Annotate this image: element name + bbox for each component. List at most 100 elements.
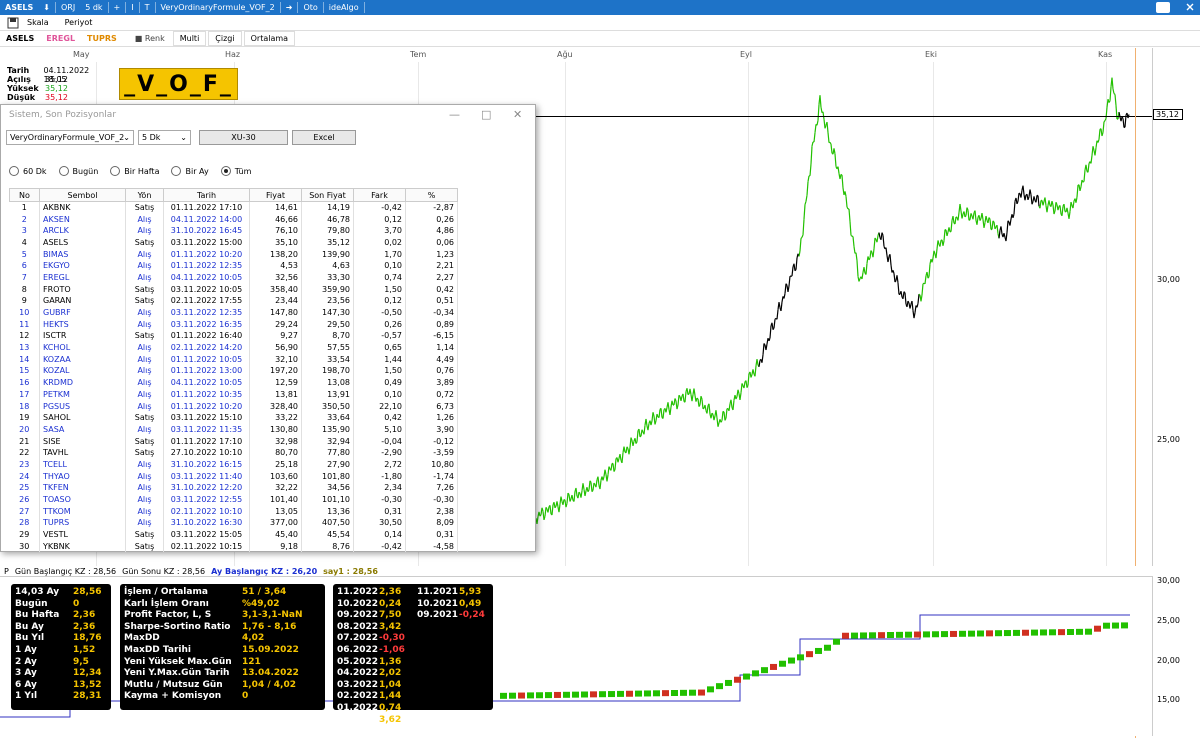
price-segment xyxy=(810,146,813,165)
column-header[interactable]: Fiyat xyxy=(249,188,302,202)
radio-bir-hafta[interactable]: Bir Hafta xyxy=(110,166,159,176)
table-row[interactable]: 25 TKFEN Alış 31.10.2022 12:20 32,22 34,56 2,3… xyxy=(9,482,458,494)
table-row[interactable]: 2 AKSEN Alış 04.11.2022 14:00 46,66 46,78 0,12… xyxy=(9,213,458,225)
radio-60dk[interactable]: 60 Dk xyxy=(9,166,47,176)
price-segment xyxy=(992,220,995,223)
price-segment xyxy=(894,280,897,283)
tab-tuprs[interactable]: TUPRS xyxy=(81,32,123,45)
table-row[interactable]: 19 SAHOL Satış 03.11.2022 15:10 33,22 33,64 0,… xyxy=(9,411,458,424)
cell-pct: 1,14 xyxy=(405,341,458,354)
column-header[interactable]: Fark xyxy=(353,188,406,202)
column-header[interactable]: Sembol xyxy=(39,188,126,202)
radio-label: Bugün xyxy=(72,166,99,176)
table-row[interactable]: 4 ASELS Satış 03.11.2022 15:00 35,10 35,12 0,0… xyxy=(9,236,458,249)
table-row[interactable]: 8 FROTO Satış 03.11.2022 10:05 358,40 359,90 1… xyxy=(9,283,458,295)
close-icon[interactable]: ✕ xyxy=(513,105,522,125)
menu-skala[interactable]: Skala xyxy=(19,18,57,27)
table-row[interactable]: 1 AKBNK Satış 01.11.2022 17:10 14,61 14,19 -0,… xyxy=(9,201,458,214)
download-icon[interactable]: ⬇ xyxy=(38,3,55,12)
table-row[interactable]: 5 BIMAS Alış 01.11.2022 10:20 138,20 139,90 1,… xyxy=(9,248,458,260)
table-row[interactable]: 20 SASA Alış 03.11.2022 11:35 130,80 135,90 5,… xyxy=(9,423,458,436)
titlebar-idealgo[interactable]: ideAlgo xyxy=(324,3,364,12)
price-segment xyxy=(988,217,991,220)
cizgi-button[interactable]: Çizgi xyxy=(208,31,242,46)
cell-diff: -0,50 xyxy=(353,306,406,319)
arrow-right-icon[interactable]: ➜ xyxy=(281,3,298,12)
column-header[interactable]: % xyxy=(405,188,458,202)
price-segment xyxy=(684,391,687,403)
table-row[interactable]: 14 KOZAA Alış 01.11.2022 10:05 32,10 33,54 1,4… xyxy=(9,353,458,366)
cell-diff: 0,26 xyxy=(353,318,406,331)
price-segment xyxy=(839,174,842,180)
excel-button[interactable]: Excel xyxy=(292,130,356,145)
table-row[interactable]: 18 PGSUS Alış 01.11.2022 10:20 328,40 350,50 2… xyxy=(9,400,458,412)
tab-asels[interactable]: ASELS xyxy=(0,32,40,45)
table-row[interactable]: 28 TUPRS Alış 31.10.2022 16:30 377,00 407,50 3… xyxy=(9,517,458,529)
cell-price: 25,18 xyxy=(249,458,302,471)
ortalama-button[interactable]: Ortalama xyxy=(243,31,296,46)
index-button[interactable]: XU-30 xyxy=(199,130,288,145)
titlebar-system[interactable]: VeryOrdinaryFormule_VOF_2 xyxy=(156,3,280,12)
price-tick: 30,00 xyxy=(1157,275,1180,284)
stat-value: 51 / 3,64 xyxy=(242,587,287,597)
table-row[interactable]: 6 EKGYO Alış 01.11.2022 12:35 4,53 4,63 0,10 2,… xyxy=(9,259,458,272)
equity-brick xyxy=(1121,622,1128,629)
column-header[interactable]: Son Fiyat xyxy=(301,188,354,202)
equity-brick xyxy=(779,660,786,667)
titlebar-orj[interactable]: ORJ xyxy=(56,3,80,12)
table-row[interactable]: 26 TOASO Alış 03.11.2022 12:55 101,40 101,10-… xyxy=(9,493,458,506)
save-icon[interactable] xyxy=(7,17,19,29)
titlebar-oto[interactable]: Oto xyxy=(298,3,322,12)
period-select[interactable]: 5 Dk ⌄ xyxy=(138,130,191,145)
radio-tum[interactable]: Tüm xyxy=(220,166,251,176)
maximize-icon[interactable]: □ xyxy=(481,105,491,125)
column-header[interactable]: Tarih xyxy=(163,188,250,202)
table-row[interactable]: 17 PETKM Alış 01.11.2022 10:35 13,81 13,91 0,1… xyxy=(9,388,458,401)
info-row: Açılış 35,12 xyxy=(7,75,112,84)
table-row[interactable]: 3 ARCLK Alış 31.10.2022 16:45 76,10 79,80 3,70… xyxy=(9,224,458,237)
stat-key: 01.2022 xyxy=(337,702,378,713)
table-row[interactable]: 15 KOZAL Alış 01.11.2022 13:00 197,20 198,70 1… xyxy=(9,365,458,377)
table-row[interactable]: 23 TCELL Alış 31.10.2022 16:15 25,18 27,90 2,7… xyxy=(9,458,458,471)
table-row[interactable]: 27 TTKOM Alış 02.11.2022 10:10 13,05 13,36 0,3… xyxy=(9,505,458,518)
system-select[interactable]: VeryOrdinaryFormule_VOF_2 ⌄ xyxy=(6,130,134,145)
titlebar-i[interactable]: I xyxy=(126,3,138,12)
cell-symbol: TUPRS xyxy=(39,517,126,529)
titlebar-period[interactable]: 5 dk xyxy=(80,3,107,12)
table-row[interactable]: 22 TAVHL Satış 27.10.2022 10:10 80,70 77,80 -2… xyxy=(9,446,458,459)
titlebar-plus[interactable]: + xyxy=(109,3,126,12)
price-segment xyxy=(918,293,921,296)
table-row[interactable]: 16 KRDMD Alış 04.11.2022 10:05 12,59 13,08 0,4… xyxy=(9,376,458,389)
equity-brick xyxy=(734,676,741,683)
table-row[interactable]: 9 GARAN Satış 02.11.2022 17:55 23,44 23,56 0,1… xyxy=(9,295,458,307)
cell-price: 130,80 xyxy=(249,423,302,436)
twitter-icon[interactable] xyxy=(1156,2,1170,13)
renk-toggle[interactable]: ■ Renk xyxy=(123,34,171,43)
tab-eregl[interactable]: EREGL xyxy=(40,32,81,45)
table-row[interactable]: 12 ISCTR Satış 01.11.2022 16:40 9,27 8,70 -0,5… xyxy=(9,330,458,342)
equity-brick xyxy=(590,691,597,698)
titlebar-t[interactable]: T xyxy=(140,3,155,12)
equity-brick xyxy=(716,683,723,690)
menu-periyot[interactable]: Periyot xyxy=(57,18,101,27)
dialog-titlebar[interactable]: Sistem, Son Pozisyonlar — □ ✕ xyxy=(1,105,535,125)
table-row[interactable]: 21 SISE Satış 01.11.2022 17:10 32,98 32,94 -0,… xyxy=(9,435,458,447)
radio-bugun[interactable]: Bugün xyxy=(58,166,99,176)
column-header[interactable]: Yön xyxy=(125,188,164,202)
table-row[interactable]: 29 VESTL Satış 03.11.2022 15:05 45,40 45,54 0,… xyxy=(9,528,458,541)
price-segment xyxy=(689,388,692,395)
table-row[interactable]: 7 EREGL Alış 04.11.2022 10:05 32,56 33,30 0,74… xyxy=(9,271,458,284)
table-row[interactable]: 11 HEKTS Alış 03.11.2022 16:35 29,24 29,50 0,2… xyxy=(9,318,458,331)
column-header[interactable]: No xyxy=(9,188,40,202)
minimize-icon[interactable]: — xyxy=(449,105,460,125)
cell-diff: 0,12 xyxy=(353,213,406,225)
titlebar-symbol[interactable]: ASELS xyxy=(0,3,38,12)
table-row[interactable]: 30 YKBNK Satış 02.11.2022 10:15 9,18 8,76 -0,4… xyxy=(9,540,458,553)
multi-button[interactable]: Multi xyxy=(172,31,207,46)
radio-bir-ay[interactable]: Bir Ay xyxy=(171,166,209,176)
table-row[interactable]: 10 GUBRF Alış 03.11.2022 12:35 147,80 147,30-… xyxy=(9,306,458,319)
info-key: Düşük xyxy=(7,93,36,102)
table-row[interactable]: 13 KCHOL Alış 02.11.2022 14:20 56,90 57,55 0,6… xyxy=(9,341,458,354)
close-icon[interactable] xyxy=(1184,1,1196,13)
table-row[interactable]: 24 THYAO Alış 03.11.2022 11:40 103,60 101,80-… xyxy=(9,470,458,482)
